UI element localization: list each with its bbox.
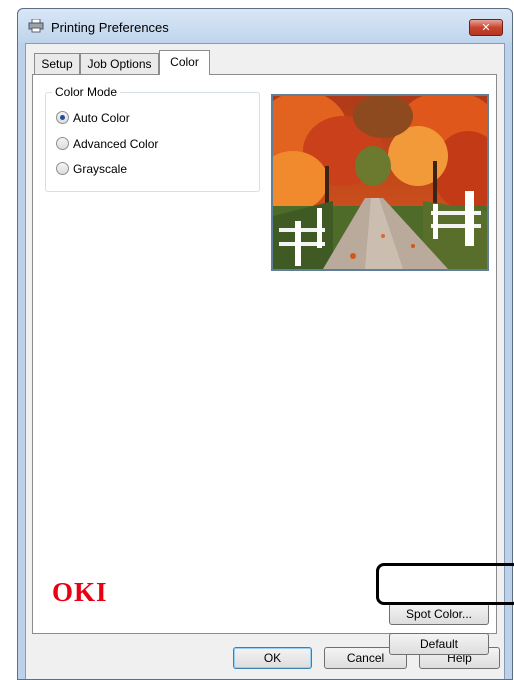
dialog-client-area: Setup Job Options Color Color Mode Auto … <box>25 43 514 679</box>
radio-advanced-color-label: Advanced Color <box>73 137 159 151</box>
default-button-label: Default <box>419 637 459 651</box>
radio-auto-color[interactable]: Auto Color <box>56 109 130 127</box>
color-mode-group: Color Mode Auto Color Advanced Color Gra… <box>45 85 260 192</box>
tab-job-options[interactable]: Job Options <box>80 53 159 75</box>
oki-logo: OKI <box>52 577 108 607</box>
radio-advanced-color[interactable]: Advanced Color <box>56 135 158 153</box>
color-preview-image <box>271 94 489 271</box>
printer-icon <box>28 19 44 33</box>
radio-button[interactable] <box>56 162 69 176</box>
default-button[interactable]: Default <box>389 633 489 655</box>
spot-color-button-label: Spot Color... <box>405 607 473 621</box>
radio-auto-color-label: Auto Color <box>73 111 130 125</box>
tab-setup-label: Setup <box>41 57 73 71</box>
spot-color-highlight-frame <box>376 563 514 605</box>
title-bar[interactable]: Printing Preferences ✕ <box>18 9 512 43</box>
ok-button[interactable]: OK <box>233 647 312 669</box>
radio-button[interactable] <box>56 137 69 151</box>
autumn-road-photo <box>273 96 487 269</box>
tab-color[interactable]: Color <box>159 50 210 75</box>
printing-preferences-window: Printing Preferences ✕ Setup Job Options… <box>17 8 514 680</box>
cancel-button-label: Cancel <box>346 651 385 665</box>
close-button[interactable]: ✕ <box>469 19 503 36</box>
close-icon: ✕ <box>481 22 491 34</box>
spot-color-button[interactable]: Spot Color... <box>389 603 489 625</box>
tab-setup[interactable]: Setup <box>34 53 80 75</box>
tab-color-label: Color <box>170 55 199 69</box>
radio-button-checked[interactable] <box>56 111 69 125</box>
color-mode-legend: Color Mode <box>52 85 121 99</box>
window-title: Printing Preferences <box>51 20 169 35</box>
tab-job-options-label: Job Options <box>87 57 152 71</box>
color-tab-panel: Color Mode Auto Color Advanced Color Gra… <box>32 74 497 655</box>
ok-button-label: OK <box>263 651 282 665</box>
radio-grayscale[interactable]: Grayscale <box>56 160 127 178</box>
radio-grayscale-label: Grayscale <box>73 162 128 176</box>
